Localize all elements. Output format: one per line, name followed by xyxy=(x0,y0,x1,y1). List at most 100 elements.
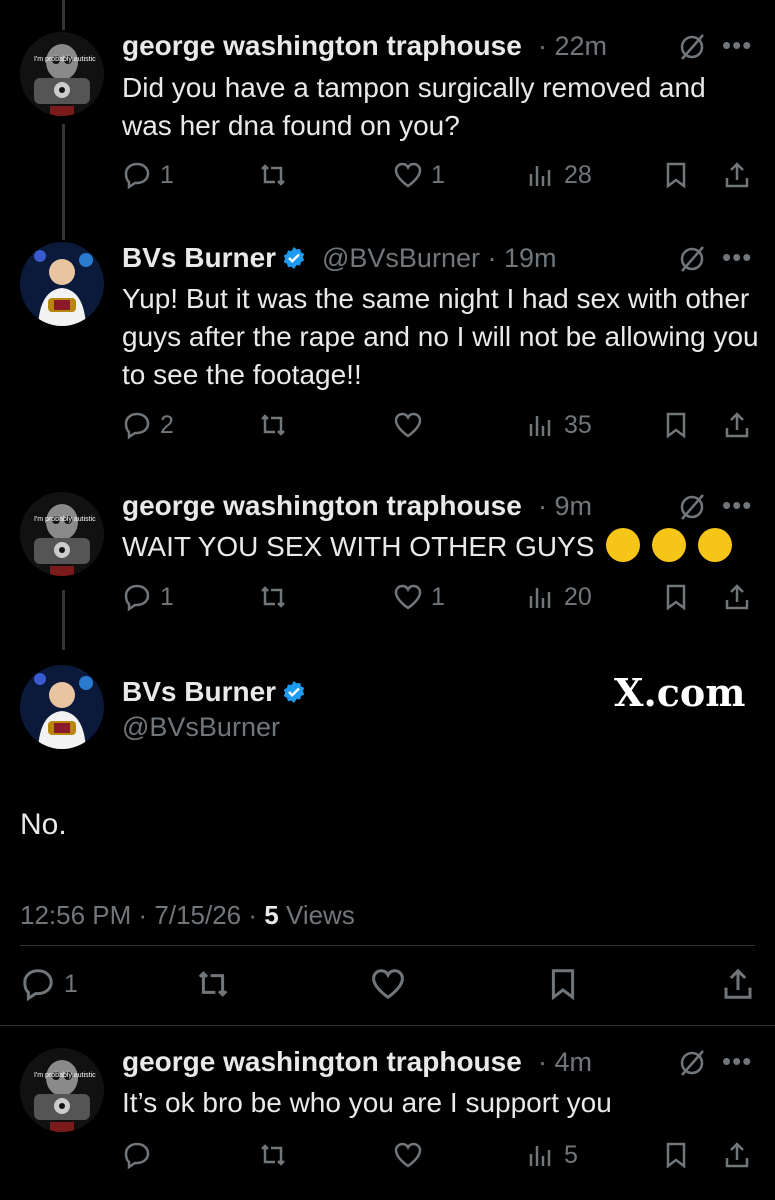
repost-icon xyxy=(261,164,285,186)
display-name[interactable]: BVs Burner xyxy=(122,676,306,708)
handle-text: @BVsBurner xyxy=(322,243,480,273)
divider xyxy=(0,1025,775,1026)
reply-button[interactable] xyxy=(122,1140,152,1170)
post-time[interactable]: · 22m xyxy=(538,31,607,62)
display-name[interactable]: george washington traphouse xyxy=(122,30,522,62)
reply-icon xyxy=(124,1142,150,1170)
share-button[interactable] xyxy=(722,410,752,440)
avatar[interactable]: I'm probably autistic xyxy=(20,492,104,576)
reply-button[interactable]: 1 xyxy=(122,160,174,190)
post-text: Did you have a tampon surgically removed… xyxy=(122,72,706,141)
share-icon xyxy=(725,1142,749,1168)
reply-count: 1 xyxy=(160,582,174,611)
share-button[interactable] xyxy=(722,582,752,612)
avatar[interactable] xyxy=(20,665,104,749)
post-time[interactable]: · 4m xyxy=(538,1047,592,1078)
more-options-icon[interactable]: ••• xyxy=(722,242,752,273)
avatar[interactable]: I'm probably autistic xyxy=(20,1048,104,1132)
share-button[interactable] xyxy=(720,966,756,1002)
heart-icon xyxy=(394,1142,422,1168)
avatar[interactable]: I'm probably autistic xyxy=(20,32,104,116)
verified-badge-icon xyxy=(283,247,305,269)
post-text: No. xyxy=(20,808,67,841)
share-icon xyxy=(725,162,749,188)
more-options-icon[interactable]: ••• xyxy=(722,490,752,521)
like-count: 1 xyxy=(431,160,445,189)
bookmark-icon xyxy=(551,969,575,1001)
reply-icon xyxy=(23,969,53,1002)
repost-icon xyxy=(198,971,228,997)
like-button[interactable]: 1 xyxy=(393,582,445,612)
heart-icon xyxy=(394,584,422,610)
crying-face-icon xyxy=(651,528,686,562)
reply-button[interactable]: 2 xyxy=(122,410,174,440)
more-options-icon[interactable]: ••• xyxy=(722,30,752,61)
more-options-icon[interactable]: ••• xyxy=(722,1046,752,1077)
reply-button[interactable]: 1 xyxy=(20,966,78,1002)
repost-icon xyxy=(261,586,285,608)
like-button[interactable] xyxy=(393,1140,423,1170)
reply-icon xyxy=(124,584,150,612)
view-count: 5 xyxy=(564,1140,578,1169)
post-handle[interactable]: @BVsBurner · 19m xyxy=(322,243,557,274)
views-button[interactable]: 5 xyxy=(526,1140,578,1170)
repost-button[interactable] xyxy=(258,160,288,190)
post-text: Yup! But it was the same night I had sex… xyxy=(122,283,759,390)
avatar[interactable] xyxy=(20,242,104,326)
display-name[interactable]: BVs Burner xyxy=(122,242,306,274)
post-text-container: WAIT YOU SEX WITH OTHER GUYS xyxy=(122,528,762,566)
repost-icon xyxy=(261,1144,285,1166)
reply-count: 2 xyxy=(160,410,174,439)
display-name[interactable]: george washington traphouse xyxy=(122,490,522,522)
share-button[interactable] xyxy=(722,160,752,190)
like-button[interactable] xyxy=(370,966,406,1002)
bookmark-button[interactable] xyxy=(661,160,691,190)
post-time[interactable]: · 9m xyxy=(538,491,592,522)
post-timestamp: 12:56 PM · 7/15/26 · 5 Views xyxy=(20,900,355,931)
post-handle[interactable]: @BVsBurner xyxy=(122,712,280,743)
avatar-caption: I'm probably autistic xyxy=(34,1072,96,1079)
bookmark-button[interactable] xyxy=(545,966,581,1002)
muted-icon xyxy=(680,34,704,60)
crying-face-icon xyxy=(697,528,732,562)
repost-button[interactable] xyxy=(195,966,231,1002)
muted-icon xyxy=(680,494,704,520)
repost-button[interactable] xyxy=(258,410,288,440)
repost-button[interactable] xyxy=(258,1140,288,1170)
like-button[interactable]: 1 xyxy=(393,160,445,190)
bookmark-button[interactable] xyxy=(661,582,691,612)
views-icon xyxy=(529,1146,551,1166)
view-count: 35 xyxy=(564,410,592,439)
views-button[interactable]: 28 xyxy=(526,160,592,190)
heart-icon xyxy=(372,969,404,1000)
heart-icon xyxy=(394,412,422,438)
watermark: X.com xyxy=(614,670,746,715)
reply-icon xyxy=(124,412,150,440)
bookmark-icon xyxy=(666,1142,686,1169)
views-icon xyxy=(529,588,551,608)
thread-line xyxy=(62,124,65,240)
bookmark-button[interactable] xyxy=(661,1140,691,1170)
muted-icon xyxy=(680,1050,704,1076)
repost-button[interactable] xyxy=(258,582,288,612)
views-button[interactable]: 35 xyxy=(526,410,592,440)
views-count[interactable]: 5 xyxy=(264,900,278,930)
views-label: Views xyxy=(278,900,355,930)
thread-line xyxy=(62,0,65,30)
views-button[interactable]: 20 xyxy=(526,582,592,612)
share-button[interactable] xyxy=(722,1140,752,1170)
reply-icon xyxy=(124,162,150,190)
divider xyxy=(20,945,755,946)
avatar-caption: I'm probably autistic xyxy=(34,56,96,63)
post-text: WAIT YOU SEX WITH OTHER GUYS xyxy=(122,531,595,562)
avatar-caption: I'm probably autistic xyxy=(34,516,96,523)
like-button[interactable] xyxy=(393,410,423,440)
verified-badge-icon xyxy=(283,681,305,703)
display-name[interactable]: george washington traphouse xyxy=(122,1046,522,1078)
reply-button[interactable]: 1 xyxy=(122,582,174,612)
share-icon xyxy=(725,412,749,438)
bookmark-button[interactable] xyxy=(661,410,691,440)
view-count: 28 xyxy=(564,160,592,189)
display-name-text: BVs Burner xyxy=(122,242,277,273)
views-icon xyxy=(529,166,551,186)
